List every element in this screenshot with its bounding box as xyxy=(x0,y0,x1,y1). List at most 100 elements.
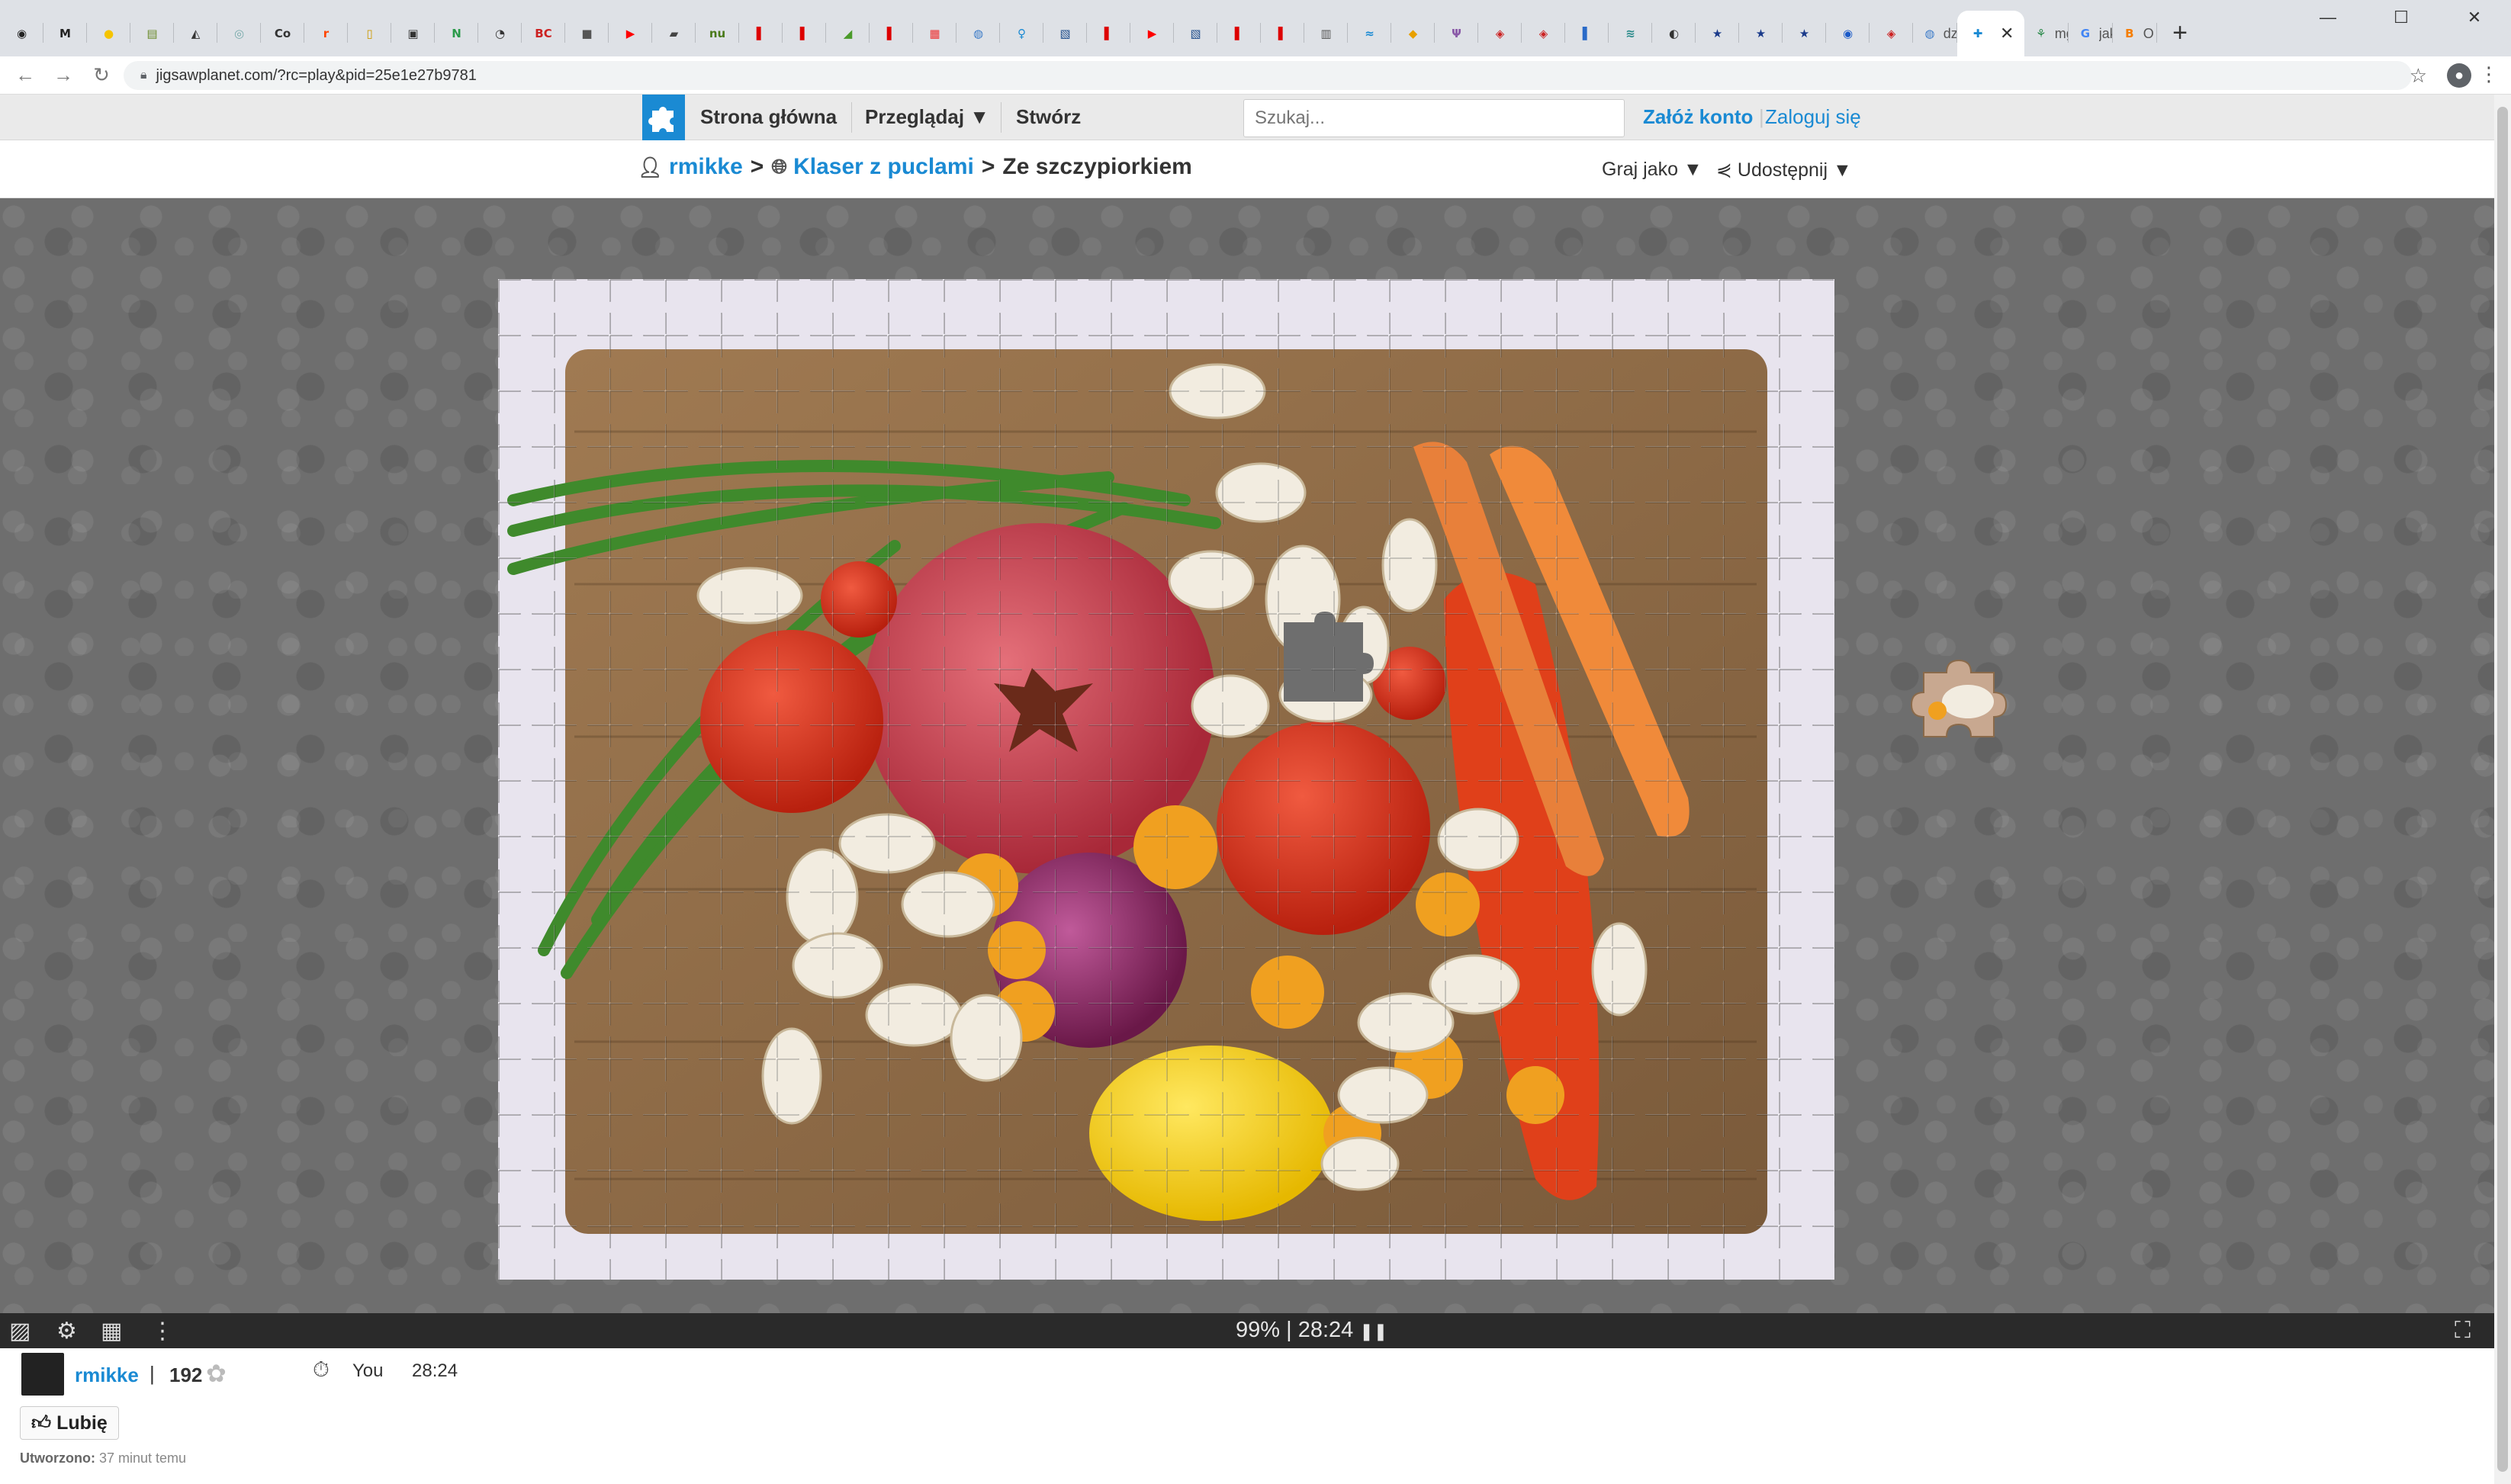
browser-tab[interactable]: ✚ ✕ xyxy=(1957,11,2024,56)
browser-tab[interactable]: ▥ xyxy=(1304,11,1348,56)
browser-tab[interactable]: nu xyxy=(696,11,739,56)
sun-icon: ● xyxy=(103,27,114,40)
login-link[interactable]: Zaloguj się xyxy=(1765,105,1861,129)
browser-tab[interactable]: M xyxy=(43,11,87,56)
profile-avatar-icon[interactable]: ● xyxy=(2447,63,2471,88)
menu-divider xyxy=(1001,102,1002,133)
browser-tab[interactable]: ▌ xyxy=(1217,11,1261,56)
browser-tab[interactable]: ▤ xyxy=(130,11,174,56)
like-button[interactable]: 👍︎ Lubię xyxy=(20,1406,119,1440)
play-as-dropdown[interactable]: Graj jako ▼ xyxy=(1602,159,1702,181)
site-logo[interactable] xyxy=(642,95,685,140)
browser-tab[interactable]: Ψ xyxy=(1435,11,1478,56)
menu-create[interactable]: Stwórz xyxy=(1016,105,1081,129)
browser-tab[interactable]: ▌ xyxy=(739,11,783,56)
flag-icon: ▌ xyxy=(756,27,766,40)
browser-tab[interactable]: ◈ xyxy=(1870,11,1913,56)
browser-tab[interactable]: ▶ xyxy=(1130,11,1174,56)
author-avatar[interactable] xyxy=(21,1353,64,1396)
browser-tab[interactable]: ★ xyxy=(1696,11,1739,56)
browser-tab[interactable]: ◢ xyxy=(826,11,870,56)
ghost-image-icon[interactable]: ⚙ xyxy=(56,1318,77,1344)
browser-tab[interactable]: Co xyxy=(261,11,304,56)
browser-tab[interactable]: ▌ xyxy=(870,11,913,56)
browser-tab[interactable]: ◉ xyxy=(1826,11,1870,56)
breadcrumb-bar: 👤︎ rmikke > 🌐︎ Klaser z puclami > Ze szc… xyxy=(0,140,2494,198)
reload-icon[interactable]: ↻ xyxy=(82,63,121,87)
browser-tab[interactable]: ▣ xyxy=(391,11,435,56)
browser-tab[interactable]: ▌ xyxy=(1261,11,1304,56)
share-label: Udostępnij xyxy=(1737,159,1828,181)
arrange-pieces-icon[interactable]: ▦ xyxy=(101,1318,122,1344)
browser-tab[interactable]: ▦ xyxy=(913,11,956,56)
browser-tab[interactable]: ◍ xyxy=(956,11,1000,56)
browser-tab[interactable]: ◍ dzi xyxy=(1913,11,1957,56)
browser-tab[interactable]: ▧ xyxy=(1043,11,1087,56)
browser-tab[interactable]: N xyxy=(435,11,478,56)
author-link[interactable]: rmikke xyxy=(75,1364,139,1387)
close-window-icon[interactable]: ✕ xyxy=(2438,0,2511,35)
back-icon[interactable]: ← xyxy=(6,63,44,87)
signup-link[interactable]: Załóż konto xyxy=(1643,105,1753,129)
browser-tab[interactable]: ★ xyxy=(1739,11,1783,56)
browser-tab[interactable]: ◎ xyxy=(217,11,261,56)
preview-image-icon[interactable]: ▨ xyxy=(9,1318,31,1344)
caret-down-icon: ▼ xyxy=(1833,159,1852,181)
assembled-puzzle[interactable] xyxy=(498,279,1834,1280)
menu-browse[interactable]: Przeglądaj ▼ xyxy=(865,105,989,129)
scrollbar-thumb[interactable] xyxy=(2497,107,2508,1472)
browser-tab[interactable]: ● xyxy=(87,11,130,56)
more-options-icon[interactable]: ⋮ xyxy=(151,1318,174,1344)
browser-tab[interactable]: ◈ xyxy=(1478,11,1522,56)
flag-icon: ▌ xyxy=(886,27,896,40)
light-icon: ♀ xyxy=(1018,27,1026,40)
forward-icon[interactable]: → xyxy=(44,63,82,87)
map-icon: ≋ xyxy=(1625,27,1635,40)
person-icon: ◐ xyxy=(1668,27,1680,40)
browser-tab[interactable]: ▧ xyxy=(1174,11,1217,56)
browser-tab[interactable]: ◐ xyxy=(1652,11,1696,56)
browser-tab[interactable]: ■ xyxy=(565,11,609,56)
browser-tab[interactable]: Gjak xyxy=(2069,11,2113,56)
browser-tab[interactable]: BO C xyxy=(2113,11,2157,56)
new-tab-icon[interactable]: + xyxy=(2157,18,2203,48)
loose-puzzle-piece[interactable] xyxy=(1907,657,2014,741)
browser-tab[interactable]: ▯ xyxy=(348,11,391,56)
minimize-icon[interactable]: — xyxy=(2291,0,2365,35)
browser-tab[interactable]: ★ xyxy=(1783,11,1826,56)
share-dropdown[interactable]: ⋞ Udostępnij ▼ xyxy=(1716,159,1852,181)
browser-tab[interactable]: ♀ xyxy=(1000,11,1043,56)
browser-tab[interactable]: ⚘ mg xyxy=(2024,11,2069,56)
browser-tab[interactable]: ▌ xyxy=(1087,11,1130,56)
breadcrumb-collection[interactable]: Klaser z puclami xyxy=(793,154,974,180)
browser-tab[interactable]: ▌ xyxy=(1565,11,1609,56)
browser-tab[interactable]: ▌ xyxy=(783,11,826,56)
doc-icon: ▯ xyxy=(366,27,373,40)
gmail-icon: M xyxy=(59,27,71,40)
flag-icon: ▌ xyxy=(1278,27,1288,40)
browser-tab[interactable]: ◈ xyxy=(1522,11,1565,56)
bc-icon: BC xyxy=(535,27,552,40)
browser-tab[interactable]: ≋ xyxy=(1609,11,1652,56)
fullscreen-icon[interactable]: ⛶ xyxy=(2455,1318,2471,1344)
breadcrumb-user[interactable]: rmikke xyxy=(669,154,743,180)
breadcrumb: 👤︎ rmikke > 🌐︎ Klaser z puclami > Ze szc… xyxy=(638,154,1192,180)
browser-tab[interactable]: ▶ xyxy=(609,11,652,56)
browser-tab[interactable]: ◉ xyxy=(0,11,43,56)
menu-home[interactable]: Strona główna xyxy=(700,105,837,129)
pause-icon[interactable]: ❚❚ xyxy=(1359,1322,1387,1341)
browser-tab[interactable]: r xyxy=(304,11,348,56)
close-tab-icon[interactable]: ✕ xyxy=(2000,24,2014,43)
browser-tab[interactable]: ◆ xyxy=(1391,11,1435,56)
url-field[interactable]: 🔒︎ jigsawplanet.com/?rc=play&pid=25e1e27… xyxy=(124,61,2412,90)
browser-tab[interactable]: BC xyxy=(522,11,565,56)
browser-tab[interactable]: ◔ xyxy=(478,11,522,56)
search-input[interactable] xyxy=(1243,99,1625,137)
browser-menu-icon[interactable]: ⋮ xyxy=(2479,63,2499,86)
bookmark-star-icon[interactable]: ☆ xyxy=(2410,64,2427,88)
maximize-icon[interactable]: ☐ xyxy=(2365,0,2438,35)
stopwatch-icon: ⏱ xyxy=(313,1357,330,1381)
browser-tab[interactable]: ≈ xyxy=(1348,11,1391,56)
browser-tab[interactable]: ◭ xyxy=(174,11,217,56)
browser-tab[interactable]: ▰ xyxy=(652,11,696,56)
